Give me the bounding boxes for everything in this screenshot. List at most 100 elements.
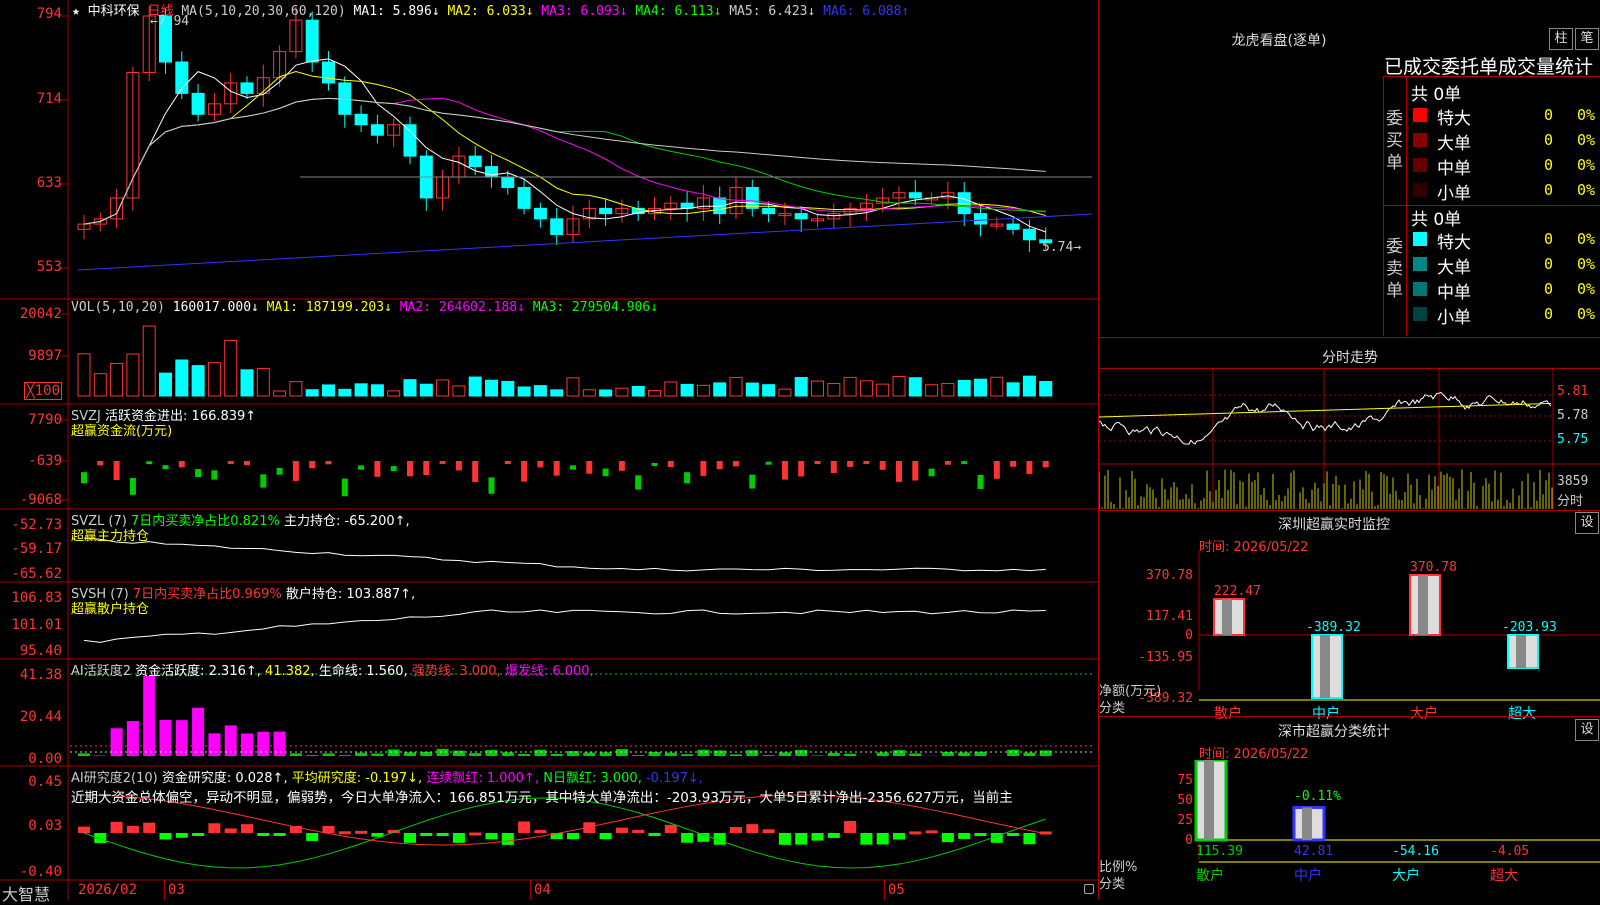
activity-bar [453, 751, 465, 756]
fund-flow-bar [635, 475, 641, 489]
brand-logo: 大智慧 [2, 881, 50, 905]
candle-body [518, 187, 530, 208]
order-count: 0 [1544, 280, 1553, 298]
monitor-bar-label: 222.47 [1214, 584, 1261, 599]
high-price-mark: ←7.94 [150, 14, 189, 29]
research-bar [160, 833, 172, 840]
volume-bar [111, 363, 123, 396]
air-t2: 平均研究度: -0.197↓, [292, 771, 422, 786]
research-bar [877, 833, 889, 844]
vol-header: VOL(5,10,20) 160017.000↓ MA1: 187199.203… [71, 300, 658, 315]
candle-body [958, 193, 970, 214]
candle-body [975, 214, 987, 224]
research-bar [1023, 833, 1035, 844]
fund-flow-bar [97, 461, 103, 465]
intraday-avg-line [1099, 403, 1551, 417]
fund-flow-bar [146, 461, 152, 464]
activity-bar [844, 754, 856, 756]
fund-flow-bar [717, 461, 723, 469]
date-mar: 03 [168, 882, 185, 898]
monitor-xlabel: 分类 [1099, 697, 1125, 716]
activity-bar [176, 720, 188, 756]
volume-bar [355, 384, 367, 396]
volume-bar [763, 385, 775, 396]
activity-bar [763, 755, 775, 756]
volume-bar [404, 380, 416, 396]
volume-bar [94, 374, 106, 396]
fund-flow-bar [423, 461, 429, 475]
vol-axis-mid: 9897 [0, 348, 62, 364]
class-bar-label: -4.05 [1490, 844, 1529, 859]
volume-bar [143, 326, 155, 396]
candle-body [534, 208, 546, 218]
volume-bar [616, 388, 628, 396]
candle-body [1007, 224, 1019, 229]
research-bar [567, 833, 579, 839]
air-label: AI研究度2(10) [71, 771, 158, 786]
activity-bar [127, 721, 139, 756]
ma2-value: MA2: 6.033↓ [447, 4, 533, 19]
svzj-axis-top: 7790 [0, 412, 62, 428]
lock-icon[interactable] [1084, 884, 1094, 894]
candle-body [795, 214, 807, 219]
fund-flow-bar [293, 461, 299, 481]
research-bar [339, 831, 351, 834]
candle-body [323, 62, 335, 83]
volume-bar [192, 366, 204, 396]
fund-flow-bar [326, 461, 332, 464]
class-category-label: 大户 [1392, 867, 1420, 884]
volume-bar [877, 384, 889, 396]
fund-flow-bar [391, 466, 397, 471]
volume-bar [534, 386, 546, 396]
volume-bar [812, 381, 824, 396]
date-tick [530, 880, 531, 900]
fund-flow-bar [374, 461, 380, 477]
fund-flow-bar [440, 461, 446, 464]
volume-bar [208, 363, 220, 396]
candle-body [502, 177, 514, 187]
ma1-value: MA1: 5.896↓ [354, 4, 440, 19]
fund-flow-bar [603, 469, 609, 477]
monitor-bar-label: -203.93 [1502, 620, 1557, 635]
research-bar [241, 824, 253, 833]
volume-bar [828, 384, 840, 396]
fund-flow-bar [554, 461, 560, 476]
fund-flow-bar [1010, 461, 1016, 467]
activity-bar [404, 752, 416, 756]
retail-holding-line [84, 610, 1046, 642]
order-size-swatch [1413, 282, 1427, 296]
air-t4: N日飘红: 3.000, [543, 771, 642, 786]
class-bar-shade [1302, 807, 1312, 840]
svzl-axis-bot: -65.62 [0, 566, 62, 582]
order-size-swatch [1413, 232, 1427, 246]
intraday-title: 分时走势 [1099, 347, 1600, 367]
intraday-axis-top: 5.81 [1557, 384, 1588, 399]
research-bar [909, 831, 921, 834]
order-size-label: 特大 [1437, 228, 1471, 253]
activity-bar [388, 749, 400, 756]
research-bar [274, 833, 286, 836]
classstat-settings-button[interactable]: 设 [1575, 719, 1599, 741]
column-toggle-button[interactable]: 柱 [1549, 28, 1573, 50]
ai-axis-bot: 0.00 [0, 751, 62, 767]
fund-flow-bar [831, 461, 837, 473]
class-axis-tick: 0 [1185, 833, 1193, 848]
fund-flow-bar [945, 461, 951, 465]
monitor-settings-button[interactable]: 设 [1575, 512, 1599, 534]
stock-name[interactable]: 中科环保 [88, 4, 140, 19]
activity-bar [583, 753, 595, 756]
candle-body [551, 219, 563, 235]
research-bar [632, 830, 644, 833]
activity-bar [469, 753, 481, 756]
monitor-chart: 370.78117.410-135.95-389.32222.47散户-389.… [1099, 550, 1600, 720]
date-tick [884, 880, 885, 900]
fund-flow-bar [749, 475, 755, 489]
order-percent: 0% [1577, 156, 1595, 174]
candle-body [404, 125, 416, 156]
stroke-toggle-button[interactable]: 笔 [1575, 28, 1599, 50]
research-bar [111, 822, 123, 833]
intraday-chart [1099, 369, 1600, 509]
volume-bar [78, 354, 90, 396]
volume-bar [746, 383, 758, 396]
ma-line [78, 214, 1092, 270]
